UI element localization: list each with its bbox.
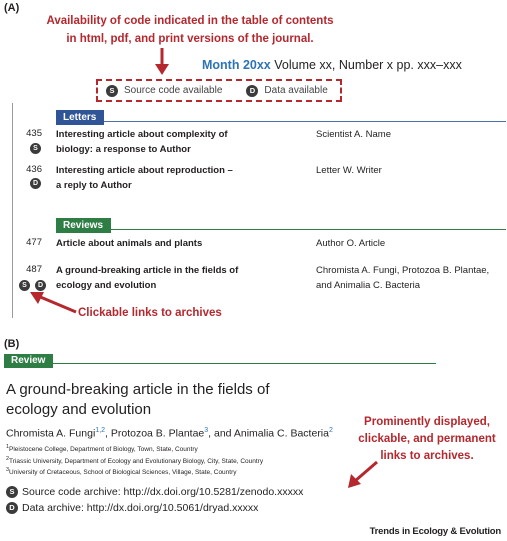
author-3-affiliation[interactable]: 2 bbox=[329, 427, 333, 434]
article-title: A ground-breaking article in the fields … bbox=[6, 380, 270, 420]
issue-volume: Volume xx, Number x pp. xxx–xxx bbox=[274, 58, 462, 72]
article-435-title-line-1: Interesting article about complexity of bbox=[56, 129, 228, 140]
author-3: , and Animalia C. Bacteria bbox=[208, 427, 329, 440]
availability-legend: S Source code available D Data available bbox=[96, 79, 342, 102]
issue-month: Month 20xx bbox=[202, 58, 271, 72]
archives-callout-line-1: Prominently displayed, bbox=[364, 416, 490, 428]
source-code-legend-label: Source code available bbox=[124, 85, 223, 96]
article-435-title-line-2: biology: a response to Author bbox=[56, 144, 191, 155]
archives-callout: Prominently displayed, clickable, and pe… bbox=[352, 414, 502, 465]
data-legend-label: Data available bbox=[264, 85, 328, 96]
article-436-page: 436 bbox=[26, 164, 42, 175]
toc-callout-line-1: Availability of code indicated in the ta… bbox=[46, 15, 334, 27]
affiliation-3-text: University of Cretaceous, School of Biol… bbox=[9, 469, 237, 477]
affiliations-list: 1Pleistocene College, Department of Biol… bbox=[6, 443, 306, 478]
article-487-title-line-2: ecology and evolution bbox=[56, 280, 157, 291]
article-477-title[interactable]: Article about animals and plants bbox=[56, 236, 306, 251]
article-435-source-badge-icon[interactable]: S bbox=[30, 143, 41, 154]
article-436-title[interactable]: Interesting article about reproduction –… bbox=[56, 163, 286, 193]
review-section-header: Review bbox=[4, 350, 436, 368]
panel-b-label: (B) bbox=[4, 338, 20, 350]
affiliation-1: 1Pleistocene College, Department of Biol… bbox=[6, 443, 306, 455]
affiliation-2-text: Triassic University, Department of Ecolo… bbox=[9, 457, 264, 465]
article-436-title-line-2: a reply to Author bbox=[56, 180, 132, 191]
toc-left-rule bbox=[12, 103, 13, 318]
affiliation-3: 3University of Cretaceous, School of Bio… bbox=[6, 466, 306, 478]
article-436-title-line-1: Interesting article about reproduction – bbox=[56, 165, 233, 176]
toc-callout-line-2: in html, pdf, and print versions of the … bbox=[66, 33, 314, 45]
article-436-data-badge-icon[interactable]: D bbox=[30, 178, 41, 189]
letters-tag: Letters bbox=[56, 110, 105, 125]
archives-callout-line-2: clickable, and permanent bbox=[358, 433, 496, 445]
source-code-archive-badge-icon: S bbox=[6, 486, 18, 498]
article-487-page: 487 bbox=[26, 264, 42, 275]
article-435-page: 435 bbox=[26, 128, 42, 139]
source-code-archive-text[interactable]: Source code archive: http://dx.doi.org/1… bbox=[22, 486, 303, 498]
journal-footer: Trends in Ecology & Evolution bbox=[369, 526, 502, 537]
article-487-title-line-1: A ground-breaking article in the fields … bbox=[56, 265, 239, 276]
article-487-authors-line-1: Chromista A. Fungi, Protozoa B. Plantae, bbox=[316, 265, 490, 276]
article-487-authors: Chromista A. Fungi, Protozoa B. Plantae,… bbox=[316, 263, 506, 293]
toc-callout: Availability of code indicated in the ta… bbox=[10, 12, 370, 48]
article-487-authors-line-2: and Animalia C. Bacteria bbox=[316, 280, 421, 291]
links-callout: Clickable links to archives bbox=[78, 307, 222, 319]
down-arrow-icon bbox=[155, 48, 169, 75]
reviews-section-header: Reviews bbox=[56, 215, 506, 233]
article-477-page: 477 bbox=[26, 237, 42, 248]
data-archive-link[interactable]: D Data archive: http://dx.doi.org/10.506… bbox=[6, 502, 258, 514]
article-477-author: Author O. Article bbox=[316, 238, 386, 249]
links-arrow-icon bbox=[30, 292, 77, 314]
article-authors: Chromista A. Fungi1,2, Protozoa B. Plant… bbox=[6, 427, 333, 440]
article-title-line-1: A ground-breaking article in the fields … bbox=[6, 381, 270, 398]
author-1-affiliation[interactable]: 1,2 bbox=[95, 427, 105, 434]
article-487-title[interactable]: A ground-breaking article in the fields … bbox=[56, 263, 286, 293]
article-435-title[interactable]: Interesting article about complexity of … bbox=[56, 127, 286, 157]
affiliation-2: 2Triassic University, Department of Ecol… bbox=[6, 455, 306, 467]
review-tag: Review bbox=[4, 354, 54, 368]
article-436-author: Letter W. Writer bbox=[316, 165, 382, 176]
reviews-tag: Reviews bbox=[56, 218, 112, 233]
source-code-archive-link[interactable]: S Source code archive: http://dx.doi.org… bbox=[6, 486, 303, 498]
issue-line: Month 20xx Volume xx, Number x pp. xxx–x… bbox=[202, 58, 462, 72]
author-2: , Protozoa B. Plantae bbox=[105, 427, 205, 440]
article-435-author: Scientist A. Name bbox=[316, 129, 391, 140]
article-title-line-2: ecology and evolution bbox=[6, 401, 152, 418]
letters-section-header: Letters bbox=[56, 107, 506, 125]
source-code-badge-icon: S bbox=[106, 84, 118, 97]
data-archive-text[interactable]: Data archive: http://dx.doi.org/10.5061/… bbox=[22, 502, 258, 514]
data-archive-badge-icon: D bbox=[6, 502, 18, 514]
data-badge-icon: D bbox=[246, 84, 259, 97]
affiliation-1-text: Pleistocene College, Department of Biolo… bbox=[9, 446, 198, 454]
archives-arrow-icon bbox=[348, 460, 378, 488]
author-1: Chromista A. Fungi bbox=[6, 427, 96, 440]
